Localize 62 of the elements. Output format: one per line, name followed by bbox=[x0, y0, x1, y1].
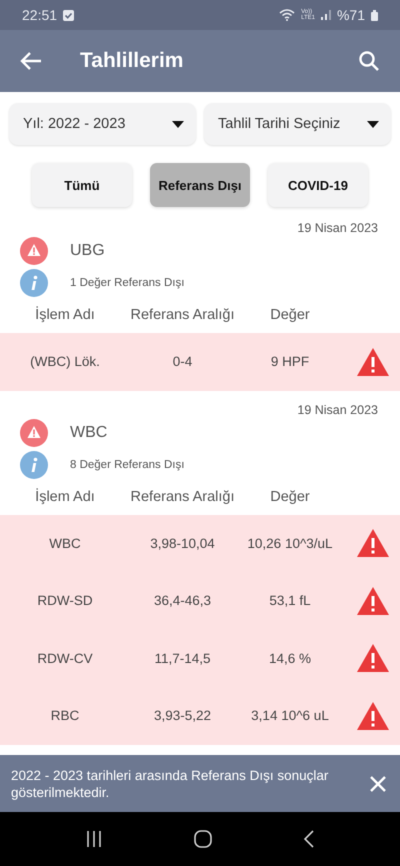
out-of-range-summary: 1 Değer Referans Dışı bbox=[70, 277, 186, 289]
test-name: UBG bbox=[70, 242, 106, 260]
column-header: İşlem Adı bbox=[34, 307, 96, 323]
result-row[interactable]: RBC 3,93-5,22 3,14 10^6 uL bbox=[0, 687, 400, 744]
dropdown-field[interactable]: Yıl: 2022 - 2023 bbox=[9, 103, 196, 145]
column-header: Referans Aralığı bbox=[130, 488, 235, 504]
filter-tab[interactable]: Referans Dışı bbox=[150, 163, 250, 207]
back-button[interactable] bbox=[20, 52, 42, 70]
dropdown-field[interactable]: Tahlil Tarihi Seçiniz bbox=[204, 103, 391, 145]
result-date: 19 Nisan 2023 bbox=[296, 402, 379, 416]
table-cell-text: 53,1 fL bbox=[268, 593, 312, 608]
caret-icon bbox=[172, 120, 184, 128]
out-of-range-summary: 8 Değer Referans Dışı bbox=[70, 458, 186, 470]
result-row[interactable]: RDW-CV 11,7-14,5 14,6 % bbox=[0, 630, 400, 687]
close-button[interactable] bbox=[370, 776, 386, 792]
result-date: 19 Nisan 2023 bbox=[296, 220, 379, 235]
table-cell-text: RDW-SD bbox=[36, 593, 94, 608]
table-cell-text: 36,4-46,3 bbox=[152, 593, 212, 608]
table-cell-text: 10,26 10^3/uL bbox=[246, 536, 334, 551]
info-icon bbox=[20, 269, 48, 297]
column-header: Değer bbox=[269, 307, 311, 323]
test-name: WBC bbox=[70, 424, 108, 442]
warning-badge-icon bbox=[20, 418, 48, 446]
filter-tab[interactable]: Tümü bbox=[32, 163, 132, 207]
snackbar-message: 2022 - 2023 tarihleri arasında Referans Dışı sonuçlar gösterilmektedir. bbox=[11, 766, 330, 800]
table-cell-text: RDW-CV bbox=[36, 650, 94, 666]
result-row[interactable]: (WBC) Lök. 0-4 9 HPF bbox=[0, 333, 400, 390]
result-row[interactable]: RDW-SD 36,4-46,3 53,1 fL bbox=[0, 572, 400, 630]
battery-level: %71 bbox=[336, 7, 365, 23]
warning-badge-icon bbox=[20, 237, 48, 265]
checkbox-notification-icon bbox=[63, 10, 74, 20]
table-cell-text: (WBC) Lök. bbox=[29, 354, 101, 370]
table-cell-text: WBC bbox=[48, 536, 82, 551]
warning-icon bbox=[356, 586, 390, 616]
recent-apps-button[interactable] bbox=[86, 831, 102, 847]
result-row[interactable]: WBC 3,98-10,04 10,26 10^3/uL bbox=[0, 514, 400, 572]
warning-icon bbox=[356, 700, 390, 731]
wifi-icon bbox=[279, 9, 296, 21]
caret-icon bbox=[367, 120, 379, 128]
info-icon bbox=[20, 450, 48, 478]
warning-icon bbox=[356, 346, 390, 377]
table-cell-text: 3,14 10^6 uL bbox=[250, 708, 330, 724]
screen-title: Tahlillerim bbox=[80, 49, 184, 73]
table-cell-text: 11,7-14,5 bbox=[153, 650, 212, 666]
search-button[interactable] bbox=[358, 50, 380, 72]
table-cell-text: 9 HPF bbox=[270, 354, 310, 370]
clock: 22:51 bbox=[22, 7, 58, 23]
column-header: Değer bbox=[269, 488, 311, 504]
table-cell-text: 3,93-5,22 bbox=[152, 708, 212, 724]
warning-icon bbox=[356, 528, 390, 558]
back-nav-button[interactable] bbox=[304, 830, 314, 848]
filter-tab[interactable]: COVID-19 bbox=[268, 163, 368, 207]
battery-icon bbox=[371, 10, 378, 20]
home-button[interactable] bbox=[194, 830, 212, 848]
table-cell-text: 3,98-10,04 bbox=[149, 536, 216, 551]
table-cell-text: 14,6 % bbox=[268, 650, 312, 666]
table-cell-text: RBC bbox=[50, 708, 80, 724]
signal-icon bbox=[320, 10, 331, 20]
column-header: İşlem Adı bbox=[34, 488, 96, 504]
column-header: Referans Aralığı bbox=[130, 307, 235, 323]
warning-icon bbox=[356, 643, 390, 674]
table-cell-text: 0-4 bbox=[172, 354, 194, 370]
